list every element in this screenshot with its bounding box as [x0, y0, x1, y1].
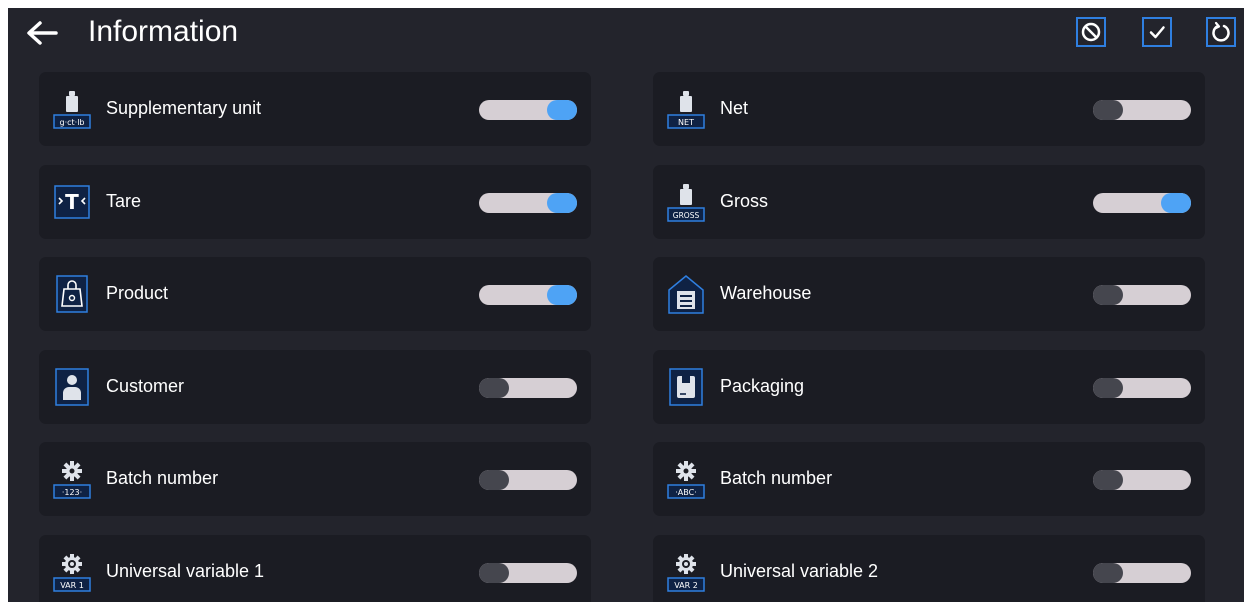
svg-text:T: T: [65, 190, 79, 214]
toggle-switch[interactable]: [479, 470, 577, 490]
reset-button[interactable]: [1206, 17, 1236, 47]
toggle-switch[interactable]: [479, 562, 577, 583]
setting-label: Tare: [106, 190, 142, 211]
weight-unit-icon: g·ct·lb: [53, 88, 91, 130]
setting-label: Customer: [106, 375, 185, 396]
setting-tile-universal-variable-2-12[interactable]: VAR 2 Universal variable 2: [653, 534, 1205, 602]
toggle-knob: [479, 470, 509, 490]
setting-tile-net-2[interactable]: NET Net: [653, 72, 1205, 146]
packaging-icon: [667, 366, 705, 408]
setting-label: Warehouse: [720, 283, 812, 303]
setting-tile-customer-7[interactable]: Customer: [39, 349, 591, 424]
toggle-knob: [1093, 377, 1123, 398]
weight-gross-icon: GROSS: [667, 181, 705, 223]
header: Information: [8, 8, 1244, 58]
cancel-button[interactable]: [1076, 17, 1106, 47]
toggle-knob: [547, 285, 577, 305]
toggle-switch[interactable]: [1093, 562, 1191, 583]
setting-tile-warehouse-6[interactable]: Warehouse: [653, 257, 1205, 331]
toggle-switch[interactable]: [479, 192, 577, 213]
setting-label: Product: [106, 283, 169, 303]
universal-variable-icon: VAR 2: [667, 551, 705, 593]
warehouse-icon: [667, 273, 705, 315]
toggle-knob: [1093, 100, 1123, 120]
toggle-knob: [1093, 285, 1123, 305]
toggle-switch[interactable]: [479, 377, 577, 398]
arrow-left-icon: [27, 21, 58, 45]
setting-label: Batch number: [106, 468, 219, 488]
setting-label: Universal variable 1: [106, 560, 265, 581]
svg-text:·123·: ·123·: [62, 488, 82, 497]
setting-tile-packaging-8[interactable]: Packaging: [653, 349, 1205, 424]
setting-label: Gross: [720, 190, 769, 211]
toggle-switch[interactable]: [1093, 100, 1191, 120]
tare-icon: T: [53, 181, 91, 223]
toggle-switch[interactable]: [1093, 377, 1191, 398]
product-bag-icon: [53, 273, 91, 315]
toggle-knob: [1093, 562, 1123, 583]
toggle-knob: [547, 100, 577, 120]
toggle-switch[interactable]: [1093, 285, 1191, 305]
universal-variable-icon: VAR 1: [53, 551, 91, 593]
toggle-switch[interactable]: [479, 285, 577, 305]
toggle-knob: [479, 562, 509, 583]
toggle-knob: [1093, 470, 1123, 490]
svg-text:GROSS: GROSS: [673, 211, 700, 220]
svg-text:·ABC·: ·ABC·: [675, 488, 697, 497]
reset-icon: [1212, 21, 1230, 42]
toggle-knob: [1161, 192, 1191, 213]
toggle-switch[interactable]: [1093, 470, 1191, 490]
svg-text:NET: NET: [678, 118, 694, 127]
checkmark-icon: [1149, 26, 1165, 39]
setting-tile-gross-4[interactable]: GROSS Gross: [653, 164, 1205, 239]
setting-tile-tare-3[interactable]: T Tare: [39, 164, 591, 239]
setting-tile-universal-variable-1-11[interactable]: VAR 1 Universal variable 1: [39, 534, 591, 602]
setting-label: Universal variable 2: [720, 560, 879, 581]
weight-net-icon: NET: [667, 88, 705, 130]
screen: Information g·ct·lb Supplementary unit N…: [8, 8, 1244, 602]
toggle-knob: [479, 377, 509, 398]
cancel-icon: [1081, 22, 1101, 42]
toggle-switch[interactable]: [479, 100, 577, 120]
confirm-button[interactable]: [1142, 17, 1172, 47]
toggle-knob: [547, 192, 577, 213]
batch-number-icon: ·ABC·: [667, 458, 705, 500]
svg-text:VAR 1: VAR 1: [60, 581, 84, 590]
setting-tile-batch-number-10[interactable]: ·ABC· Batch number: [653, 442, 1205, 516]
back-button[interactable]: [22, 17, 62, 49]
customer-icon: [53, 366, 91, 408]
setting-label: Net: [720, 98, 749, 118]
svg-text:g·ct·lb: g·ct·lb: [60, 118, 85, 127]
page-title: Information: [88, 15, 239, 48]
setting-label: Supplementary unit: [106, 98, 262, 118]
setting-label: Batch number: [720, 468, 833, 488]
setting-tile-supplementary-unit-1[interactable]: g·ct·lb Supplementary unit: [39, 72, 591, 146]
setting-tile-batch-number-9[interactable]: ·123· Batch number: [39, 442, 591, 516]
setting-label: Packaging: [720, 375, 805, 396]
svg-text:VAR 2: VAR 2: [674, 581, 698, 590]
batch-number-icon: ·123·: [53, 458, 91, 500]
toggle-switch[interactable]: [1093, 192, 1191, 213]
setting-tile-product-5[interactable]: Product: [39, 257, 591, 331]
